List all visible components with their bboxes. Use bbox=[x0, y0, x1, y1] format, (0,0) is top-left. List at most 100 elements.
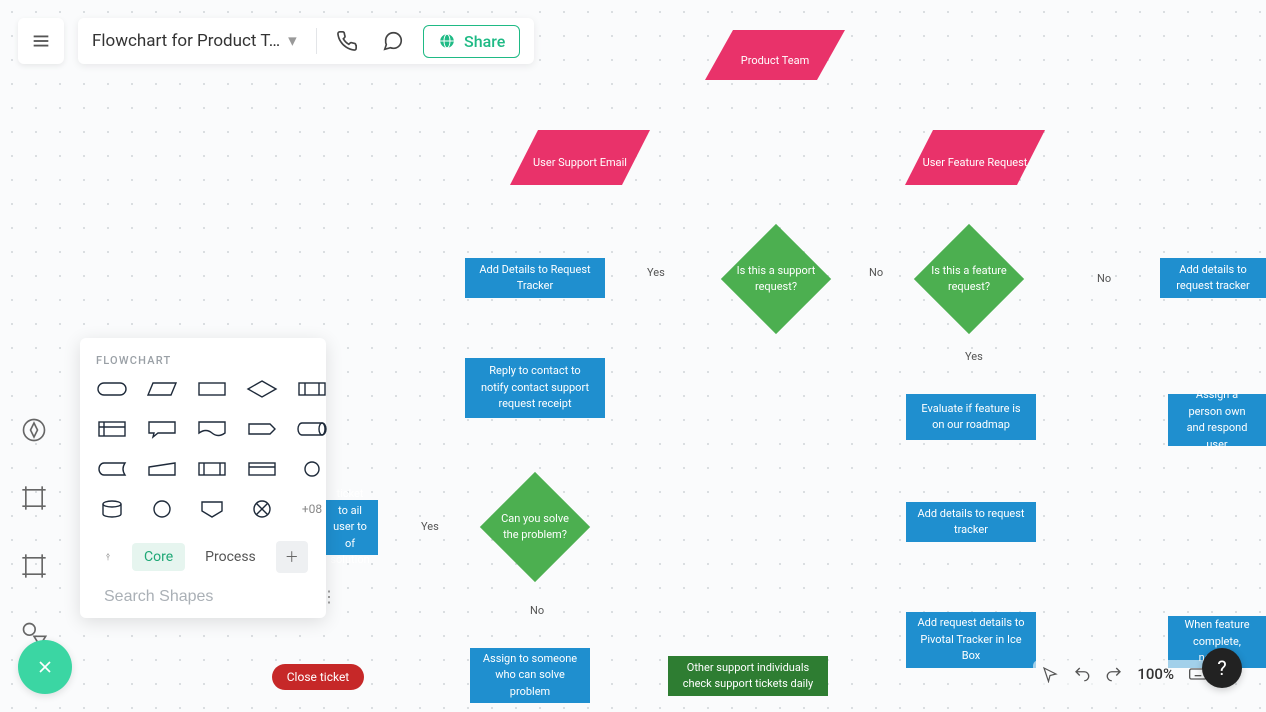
shape-window[interactable] bbox=[246, 457, 278, 481]
shape-document[interactable] bbox=[196, 417, 228, 441]
tab-core[interactable]: Core bbox=[132, 543, 185, 571]
node-user-feature-request[interactable]: User Feature Request bbox=[905, 130, 1045, 185]
close-panel-fab[interactable] bbox=[18, 640, 72, 694]
menu-button[interactable] bbox=[18, 18, 64, 64]
close-icon bbox=[35, 657, 55, 677]
separator bbox=[316, 28, 317, 54]
pin-tab[interactable] bbox=[92, 543, 124, 571]
node-add-details-tracker3[interactable]: Add details to request tracker bbox=[906, 502, 1036, 542]
shape-tag[interactable] bbox=[246, 417, 278, 441]
shape-internal-storage[interactable] bbox=[96, 417, 128, 441]
node-label: ticket to ail user to of solution bbox=[330, 486, 369, 569]
more-shapes[interactable]: +08 bbox=[296, 497, 328, 521]
node-is-feature[interactable]: Is this a feature request? bbox=[930, 240, 1008, 318]
search-shapes-input[interactable] bbox=[104, 588, 311, 606]
node-add-details-tracker[interactable]: Add Details to Request Tracker bbox=[465, 258, 605, 298]
edge-label-yes2: Yes bbox=[962, 350, 986, 363]
node-label: Evaluate if feature is on our roadmap bbox=[916, 401, 1026, 434]
hamburger-icon bbox=[30, 30, 52, 52]
compass-tool[interactable] bbox=[14, 410, 54, 450]
help-button[interactable]: ? bbox=[1202, 648, 1242, 688]
shape-manual-input[interactable] bbox=[146, 457, 178, 481]
share-button[interactable]: Share bbox=[423, 25, 520, 58]
node-label: Add request details to Pivotal Tracker i… bbox=[916, 615, 1026, 665]
shape-direct-data[interactable] bbox=[296, 417, 328, 441]
shape-offpage[interactable] bbox=[196, 497, 228, 521]
shape-decision[interactable] bbox=[246, 377, 278, 401]
undo-icon bbox=[1073, 665, 1091, 683]
node-label: User Support Email bbox=[510, 130, 650, 185]
shape-predefined[interactable] bbox=[296, 377, 328, 401]
node-evaluate-feature[interactable]: Evaluate if feature is on our roadmap bbox=[906, 394, 1036, 440]
bottom-right-controls: 100% bbox=[1033, 660, 1216, 688]
edge-label-no2: No bbox=[1094, 272, 1114, 285]
node-add-details-tracker2[interactable]: Add details to request tracker bbox=[1160, 258, 1266, 298]
node-label: Can you solve the problem? bbox=[492, 511, 578, 544]
redo-icon bbox=[1105, 665, 1123, 683]
compass-icon bbox=[20, 416, 48, 444]
shape-summing[interactable] bbox=[246, 497, 278, 521]
node-label: Add Details to Request Tracker bbox=[475, 262, 595, 295]
document-card: Flowchart for Product T… ▾ Share bbox=[78, 18, 534, 64]
frame-icon bbox=[20, 552, 48, 580]
node-label: Add details to request tracker bbox=[1170, 262, 1256, 295]
node-close-ticket[interactable]: Close ticket bbox=[272, 664, 364, 690]
document-title-dropdown[interactable]: Flowchart for Product T… ▾ bbox=[92, 31, 302, 51]
call-button[interactable] bbox=[331, 25, 363, 57]
pin-icon bbox=[104, 549, 112, 565]
panel-section-label: FLOWCHART bbox=[80, 338, 326, 377]
node-ticket-solution[interactable]: ticket to ail user to of solution bbox=[322, 500, 378, 555]
frame-tool-1[interactable] bbox=[14, 478, 54, 518]
shape-connector[interactable] bbox=[296, 457, 328, 481]
shape-card[interactable] bbox=[196, 457, 228, 481]
node-product-team[interactable]: Product Team bbox=[705, 30, 845, 80]
node-assign-someone[interactable]: Assign to someone who can solve problem bbox=[470, 648, 590, 703]
undo-button[interactable] bbox=[1073, 665, 1091, 683]
node-label: Assign a person own and respond user bbox=[1178, 387, 1256, 453]
shape-database[interactable] bbox=[96, 497, 128, 521]
node-user-support-email[interactable]: User Support Email bbox=[510, 130, 650, 185]
shape-data[interactable] bbox=[146, 377, 178, 401]
edge-label-yes3: Yes bbox=[418, 520, 442, 533]
node-label: Product Team bbox=[705, 30, 845, 80]
chevron-down-icon: ▾ bbox=[288, 31, 297, 51]
node-reply-contact[interactable]: Reply to contact to notify contact suppo… bbox=[465, 358, 605, 418]
phone-icon bbox=[336, 30, 358, 52]
zoom-level[interactable]: 100% bbox=[1137, 665, 1174, 683]
node-label: Add details to request tracker bbox=[916, 506, 1026, 539]
add-tab[interactable]: ＋ bbox=[276, 541, 308, 573]
node-pivotal-tracker[interactable]: Add request details to Pivotal Tracker i… bbox=[906, 612, 1036, 668]
node-label: Reply to contact to notify contact suppo… bbox=[475, 363, 595, 413]
panel-tabs: Core Process ＋ bbox=[80, 531, 326, 579]
shape-callout[interactable] bbox=[146, 417, 178, 441]
node-is-support[interactable]: Is this a support request? bbox=[737, 240, 815, 318]
edge-label-yes: Yes bbox=[644, 266, 668, 279]
node-label: Other support individuals check support … bbox=[678, 660, 818, 693]
node-assign-person[interactable]: Assign a person own and respond user bbox=[1168, 394, 1266, 446]
pointer-mode[interactable] bbox=[1041, 665, 1059, 683]
node-other-support[interactable]: Other support individuals check support … bbox=[668, 656, 828, 696]
shape-terminator[interactable] bbox=[96, 377, 128, 401]
redo-button[interactable] bbox=[1105, 665, 1123, 683]
frame-tool-2[interactable] bbox=[14, 546, 54, 586]
shape-stored-data[interactable] bbox=[96, 457, 128, 481]
left-rail bbox=[14, 410, 54, 654]
edge-label-no: No bbox=[866, 266, 886, 279]
tab-process[interactable]: Process bbox=[193, 543, 268, 571]
document-title: Flowchart for Product T… bbox=[92, 31, 280, 51]
node-can-solve[interactable]: Can you solve the problem? bbox=[496, 488, 574, 566]
search-more-button[interactable]: ⋮ bbox=[321, 587, 337, 606]
shape-palette-panel: FLOWCHART +08 Core Process ＋ ⋮ bbox=[80, 338, 326, 618]
globe-icon bbox=[438, 32, 456, 50]
shape-circle[interactable] bbox=[146, 497, 178, 521]
speech-bubble-icon bbox=[382, 30, 404, 52]
node-label: Close ticket bbox=[287, 668, 349, 686]
cursor-icon bbox=[1041, 665, 1059, 683]
panel-search-row: ⋮ bbox=[80, 579, 326, 610]
comment-button[interactable] bbox=[377, 25, 409, 57]
top-toolbar: Flowchart for Product T… ▾ Share bbox=[18, 18, 534, 64]
node-label: Is this a support request? bbox=[733, 263, 819, 296]
edge-label-no3: No bbox=[527, 604, 547, 617]
shape-process[interactable] bbox=[196, 377, 228, 401]
frame-icon bbox=[20, 484, 48, 512]
